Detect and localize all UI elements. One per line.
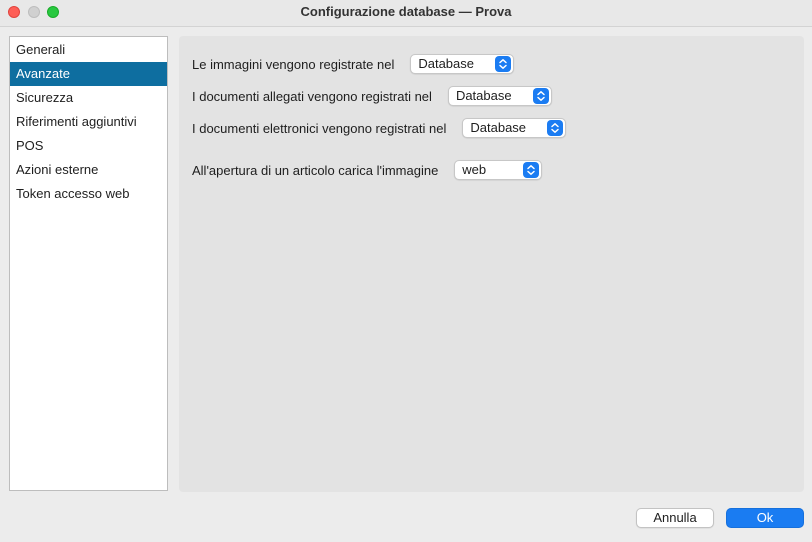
sidebar-item-pos[interactable]: POS [10, 134, 167, 158]
electronic-docs-storage-row: I documenti elettronici vengono registra… [192, 117, 567, 139]
sidebar-item-riferimenti-aggiuntivi[interactable]: Riferimenti aggiuntivi [10, 110, 167, 134]
sidebar-item-generali[interactable]: Generali [10, 38, 167, 62]
attachments-storage-value: Database [455, 88, 512, 103]
images-storage-select[interactable]: Database [410, 54, 515, 74]
images-storage-value: Database [418, 56, 474, 71]
open-image-value: web [462, 162, 487, 177]
open-image-select[interactable]: web [454, 160, 543, 180]
window-title: Configurazione database — Prova [300, 4, 512, 19]
attachments-storage-label: I documenti allegati vengono registrati … [192, 88, 432, 104]
images-storage-row: Le immagini vengono registrate nel Datab… [192, 53, 515, 75]
attachments-storage-row: I documenti allegati vengono registrati … [192, 85, 552, 107]
electronic-docs-storage-value: Database [470, 120, 527, 135]
sidebar-item-sicurezza[interactable]: Sicurezza [10, 86, 167, 110]
updown-chevron-icon [532, 88, 549, 104]
updown-chevron-icon [495, 56, 512, 72]
updown-chevron-icon [547, 120, 564, 136]
attachments-storage-select[interactable]: Database [447, 86, 552, 106]
electronic-docs-storage-select[interactable]: Database [462, 118, 567, 138]
sidebar-item-azioni-esterne[interactable]: Azioni esterne [10, 158, 167, 182]
sidebar-item-token-accesso-web[interactable]: Token accesso web [10, 182, 167, 206]
electronic-docs-storage-label: I documenti elettronici vengono registra… [192, 120, 447, 136]
sidebar-item-avanzate[interactable]: Avanzate [10, 62, 167, 86]
images-storage-label: Le immagini vengono registrate nel [192, 56, 395, 72]
updown-chevron-icon [523, 162, 540, 178]
cancel-button[interactable]: Annulla [636, 508, 714, 528]
open-image-label: All'apertura di un articolo carica l'imm… [192, 162, 439, 178]
sidebar-list: Generali Avanzate Sicurezza Riferimenti … [9, 36, 168, 491]
open-image-row: All'apertura di un articolo carica l'imm… [192, 159, 543, 181]
ok-button[interactable]: Ok [726, 508, 804, 528]
title-bar: Configurazione database — Prova [0, 0, 812, 27]
settings-panel: Le immagini vengono registrate nel Datab… [179, 36, 804, 492]
